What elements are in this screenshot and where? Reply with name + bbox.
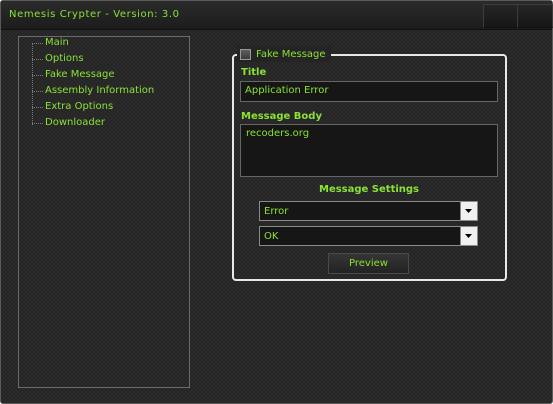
- tree-connector: [32, 43, 43, 44]
- chevron-down-icon[interactable]: [460, 202, 477, 220]
- title-input[interactable]: Application Error: [240, 81, 498, 102]
- window-title: Nemesis Crypter - Version: 3.0: [9, 9, 180, 20]
- fake-message-checkbox[interactable]: [240, 48, 251, 60]
- tree-connector: [32, 91, 43, 92]
- nav-item-fake-message[interactable]: Fake Message: [45, 69, 115, 80]
- message-settings-label: Message Settings: [319, 184, 420, 195]
- message-body-input[interactable]: recoders.org: [240, 124, 498, 177]
- nav-item-main[interactable]: Main: [45, 37, 69, 48]
- tree-connector: [32, 107, 43, 108]
- nav-item-assembly-information[interactable]: Assembly Information: [45, 85, 154, 96]
- preview-button[interactable]: Preview: [328, 253, 409, 274]
- nav-item-downloader[interactable]: Downloader: [45, 117, 105, 128]
- icon-type-value: Error: [264, 206, 289, 217]
- tree-connector: [32, 59, 43, 60]
- tree-connector: [32, 43, 33, 125]
- app-window: Nemesis Crypter - Version: 3.0 Main Opti…: [0, 0, 553, 404]
- buttons-type-select[interactable]: OK: [259, 226, 478, 246]
- message-body-label: Message Body: [241, 111, 322, 122]
- fake-message-toggle[interactable]: Fake Message: [237, 46, 331, 62]
- chevron-down-icon[interactable]: [460, 227, 477, 245]
- fake-message-group-label: Fake Message: [256, 48, 326, 60]
- nav-item-extra-options[interactable]: Extra Options: [45, 101, 113, 112]
- buttons-type-value: OK: [264, 231, 279, 242]
- title-label: Title: [241, 67, 267, 78]
- title-bar[interactable]: Nemesis Crypter - Version: 3.0: [1, 1, 553, 30]
- close-button[interactable]: [517, 4, 553, 28]
- icon-type-select[interactable]: Error: [259, 201, 478, 221]
- minimize-button[interactable]: [483, 4, 519, 28]
- tree-connector: [32, 75, 43, 76]
- tree-connector: [32, 123, 43, 124]
- nav-item-options[interactable]: Options: [45, 53, 84, 64]
